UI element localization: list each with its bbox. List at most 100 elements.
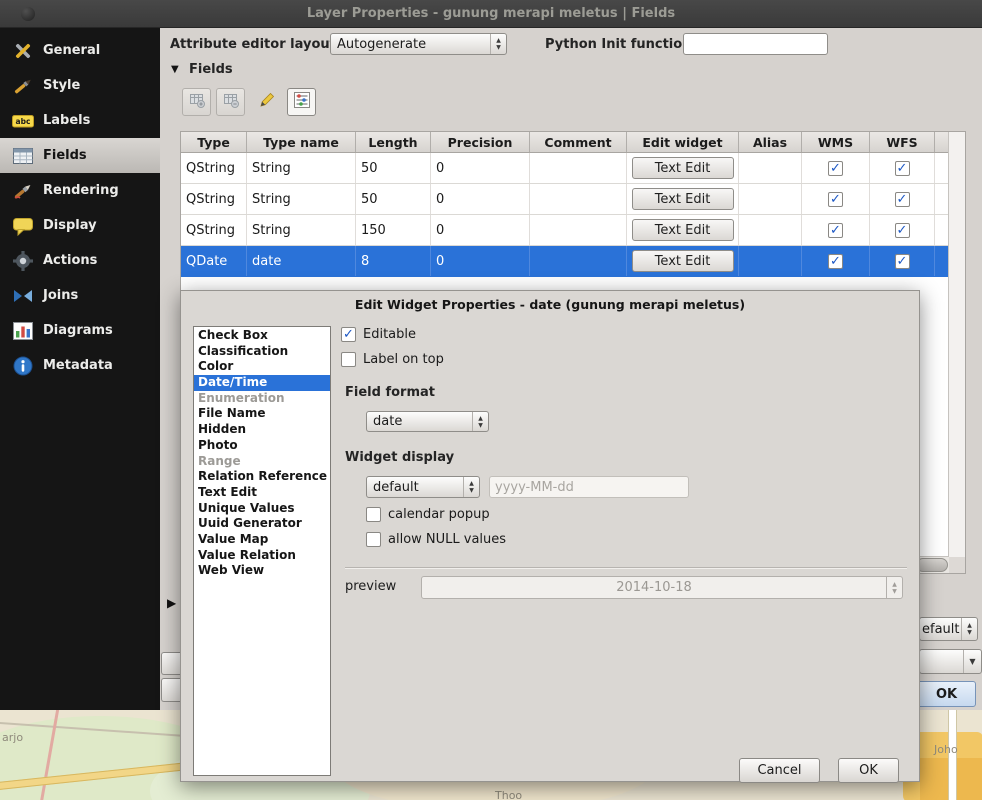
widget-type-option[interactable]: Photo <box>194 438 330 454</box>
display-format-input[interactable] <box>489 476 689 498</box>
spinner-arrows-icon[interactable]: ▲▼ <box>463 477 479 497</box>
widget-display-dropdown[interactable]: default ▲▼ <box>366 476 480 498</box>
style-dropdown-partial[interactable]: efault ▲▼ <box>919 617 978 641</box>
edit-widget-button[interactable]: Text Edit <box>632 157 734 179</box>
column-header-precision[interactable]: Precision <box>431 132 530 152</box>
label-on-top-checkbox[interactable]: Label on top <box>341 352 444 367</box>
sidebar-item-label: Actions <box>43 253 97 268</box>
preview-value: 2014-10-18 <box>422 580 886 595</box>
widget-type-option[interactable]: Color <box>194 359 330 375</box>
wfs-checkbox[interactable] <box>895 161 910 176</box>
layer-properties-ok-button[interactable]: OK <box>917 681 976 707</box>
delete-column-button[interactable] <box>216 88 245 116</box>
widget-type-option[interactable]: Text Edit <box>194 485 330 501</box>
column-header-alias[interactable]: Alias <box>739 132 802 152</box>
scrollbar-thumb[interactable] <box>916 558 948 572</box>
wfs-checkbox[interactable] <box>895 223 910 238</box>
field-format-dropdown[interactable]: date ▲▼ <box>366 411 489 432</box>
sidebar-item-general[interactable]: General <box>0 33 160 68</box>
widget-type-option[interactable]: Check Box <box>194 328 330 344</box>
widget-type-option-selected[interactable]: Date/Time <box>194 375 330 391</box>
preview-datetime-field[interactable]: 2014-10-18 ▲▼ <box>421 576 903 599</box>
column-header-wms[interactable]: WMS <box>802 132 870 152</box>
widget-type-option[interactable]: Value Relation <box>194 548 330 564</box>
edit-widget-button[interactable]: Text Edit <box>632 219 734 241</box>
cell-alias <box>739 215 802 245</box>
spinner-arrows-icon[interactable]: ▲▼ <box>886 577 902 598</box>
cancel-button[interactable]: Cancel <box>739 758 820 783</box>
widget-type-option[interactable]: Uuid Generator <box>194 516 330 532</box>
cell-precision: 0 <box>431 215 530 245</box>
column-header-wfs[interactable]: WFS <box>870 132 935 152</box>
widget-type-option[interactable]: Relation Reference <box>194 469 330 485</box>
calendar-popup-checkbox[interactable]: calendar popup <box>366 507 490 522</box>
attribute-editor-layout-label: Attribute editor layout: <box>170 37 341 52</box>
allow-null-checkbox[interactable]: allow NULL values <box>366 532 506 547</box>
new-column-button[interactable] <box>182 88 211 116</box>
wms-checkbox[interactable] <box>828 192 843 207</box>
ok-button[interactable]: OK <box>838 758 899 783</box>
column-header-type[interactable]: Type <box>181 132 247 152</box>
dropdown-value: efault <box>920 622 961 637</box>
sidebar-item-label: General <box>43 43 100 58</box>
column-header-length[interactable]: Length <box>356 132 431 152</box>
cell-length: 50 <box>356 184 431 214</box>
widget-type-option[interactable]: Hidden <box>194 422 330 438</box>
svg-text:abc: abc <box>16 117 31 126</box>
column-header-edit-widget[interactable]: Edit widget <box>627 132 739 152</box>
sidebar-item-display[interactable]: Display <box>0 208 160 243</box>
editable-checkbox[interactable]: Editable <box>341 327 416 342</box>
spinner-arrows-icon[interactable]: ▲▼ <box>472 412 488 431</box>
python-init-input[interactable] <box>683 33 828 55</box>
sidebar-item-labels[interactable]: abc Labels <box>0 103 160 138</box>
cell-wfs <box>870 153 935 183</box>
widget-type-option[interactable]: File Name <box>194 406 330 422</box>
sidebar-item-fields[interactable]: Fields <box>0 138 160 173</box>
attribute-editor-layout-dropdown[interactable]: Autogenerate ▲▼ <box>330 33 507 55</box>
spinner-arrows-icon[interactable]: ▲▼ <box>490 34 506 54</box>
sidebar-item-style[interactable]: Style <box>0 68 160 103</box>
dropdown-partial[interactable]: ▼ <box>919 649 982 674</box>
edit-widget-button[interactable]: Text Edit <box>632 188 734 210</box>
sidebar-item-diagrams[interactable]: Diagrams <box>0 313 160 348</box>
sidebar-item-actions[interactable]: Actions <box>0 243 160 278</box>
sidebar-item-rendering[interactable]: Rendering <box>0 173 160 208</box>
table-row[interactable]: QString String 150 0 Text Edit <box>181 215 965 246</box>
cell-alias <box>739 153 802 183</box>
joins-icon <box>12 285 34 307</box>
edit-widget-tool-button[interactable] <box>287 88 316 116</box>
checkbox-icon <box>341 327 356 342</box>
edit-widget-button[interactable]: Text Edit <box>632 250 734 272</box>
fields-expander-icon[interactable]: ▼ <box>171 64 179 75</box>
panel-collapse-arrow-icon[interactable]: ▶ <box>167 596 176 610</box>
vertical-scrollbar[interactable] <box>948 132 965 557</box>
cell-type: QString <box>181 215 247 245</box>
chevron-down-icon[interactable]: ▼ <box>963 650 981 673</box>
cell-type-name: String <box>247 184 356 214</box>
table-row[interactable]: QString String 50 0 Text Edit <box>181 184 965 215</box>
column-header-comment[interactable]: Comment <box>530 132 627 152</box>
cell-edit-widget: Text Edit <box>627 153 739 183</box>
table-row-selected[interactable]: QDate date 8 0 Text Edit <box>181 246 965 277</box>
sidebar-item-label: Display <box>43 218 97 233</box>
spinner-arrows-icon[interactable]: ▲▼ <box>961 618 977 640</box>
wfs-checkbox[interactable] <box>895 254 910 269</box>
column-header-type-name[interactable]: Type name <box>247 132 356 152</box>
wfs-checkbox[interactable] <box>895 192 910 207</box>
widget-type-option[interactable]: Classification <box>194 344 330 360</box>
partial-button-fragment[interactable] <box>161 678 180 702</box>
wms-checkbox[interactable] <box>828 254 843 269</box>
widget-type-option[interactable]: Unique Values <box>194 501 330 517</box>
sidebar-item-metadata[interactable]: Metadata <box>0 348 160 383</box>
sidebar-item-joins[interactable]: Joins <box>0 278 160 313</box>
widget-type-option[interactable]: Value Map <box>194 532 330 548</box>
toggle-editing-pencil-icon <box>258 91 276 113</box>
table-row[interactable]: QString String 50 0 Text Edit <box>181 153 965 184</box>
wms-checkbox[interactable] <box>828 161 843 176</box>
cell-type-name: String <box>247 215 356 245</box>
partial-button-fragment[interactable] <box>161 652 180 675</box>
toggle-editing-button[interactable] <box>252 88 281 116</box>
widget-type-option[interactable]: Web View <box>194 563 330 579</box>
wms-checkbox[interactable] <box>828 223 843 238</box>
delete-column-icon <box>222 91 240 113</box>
